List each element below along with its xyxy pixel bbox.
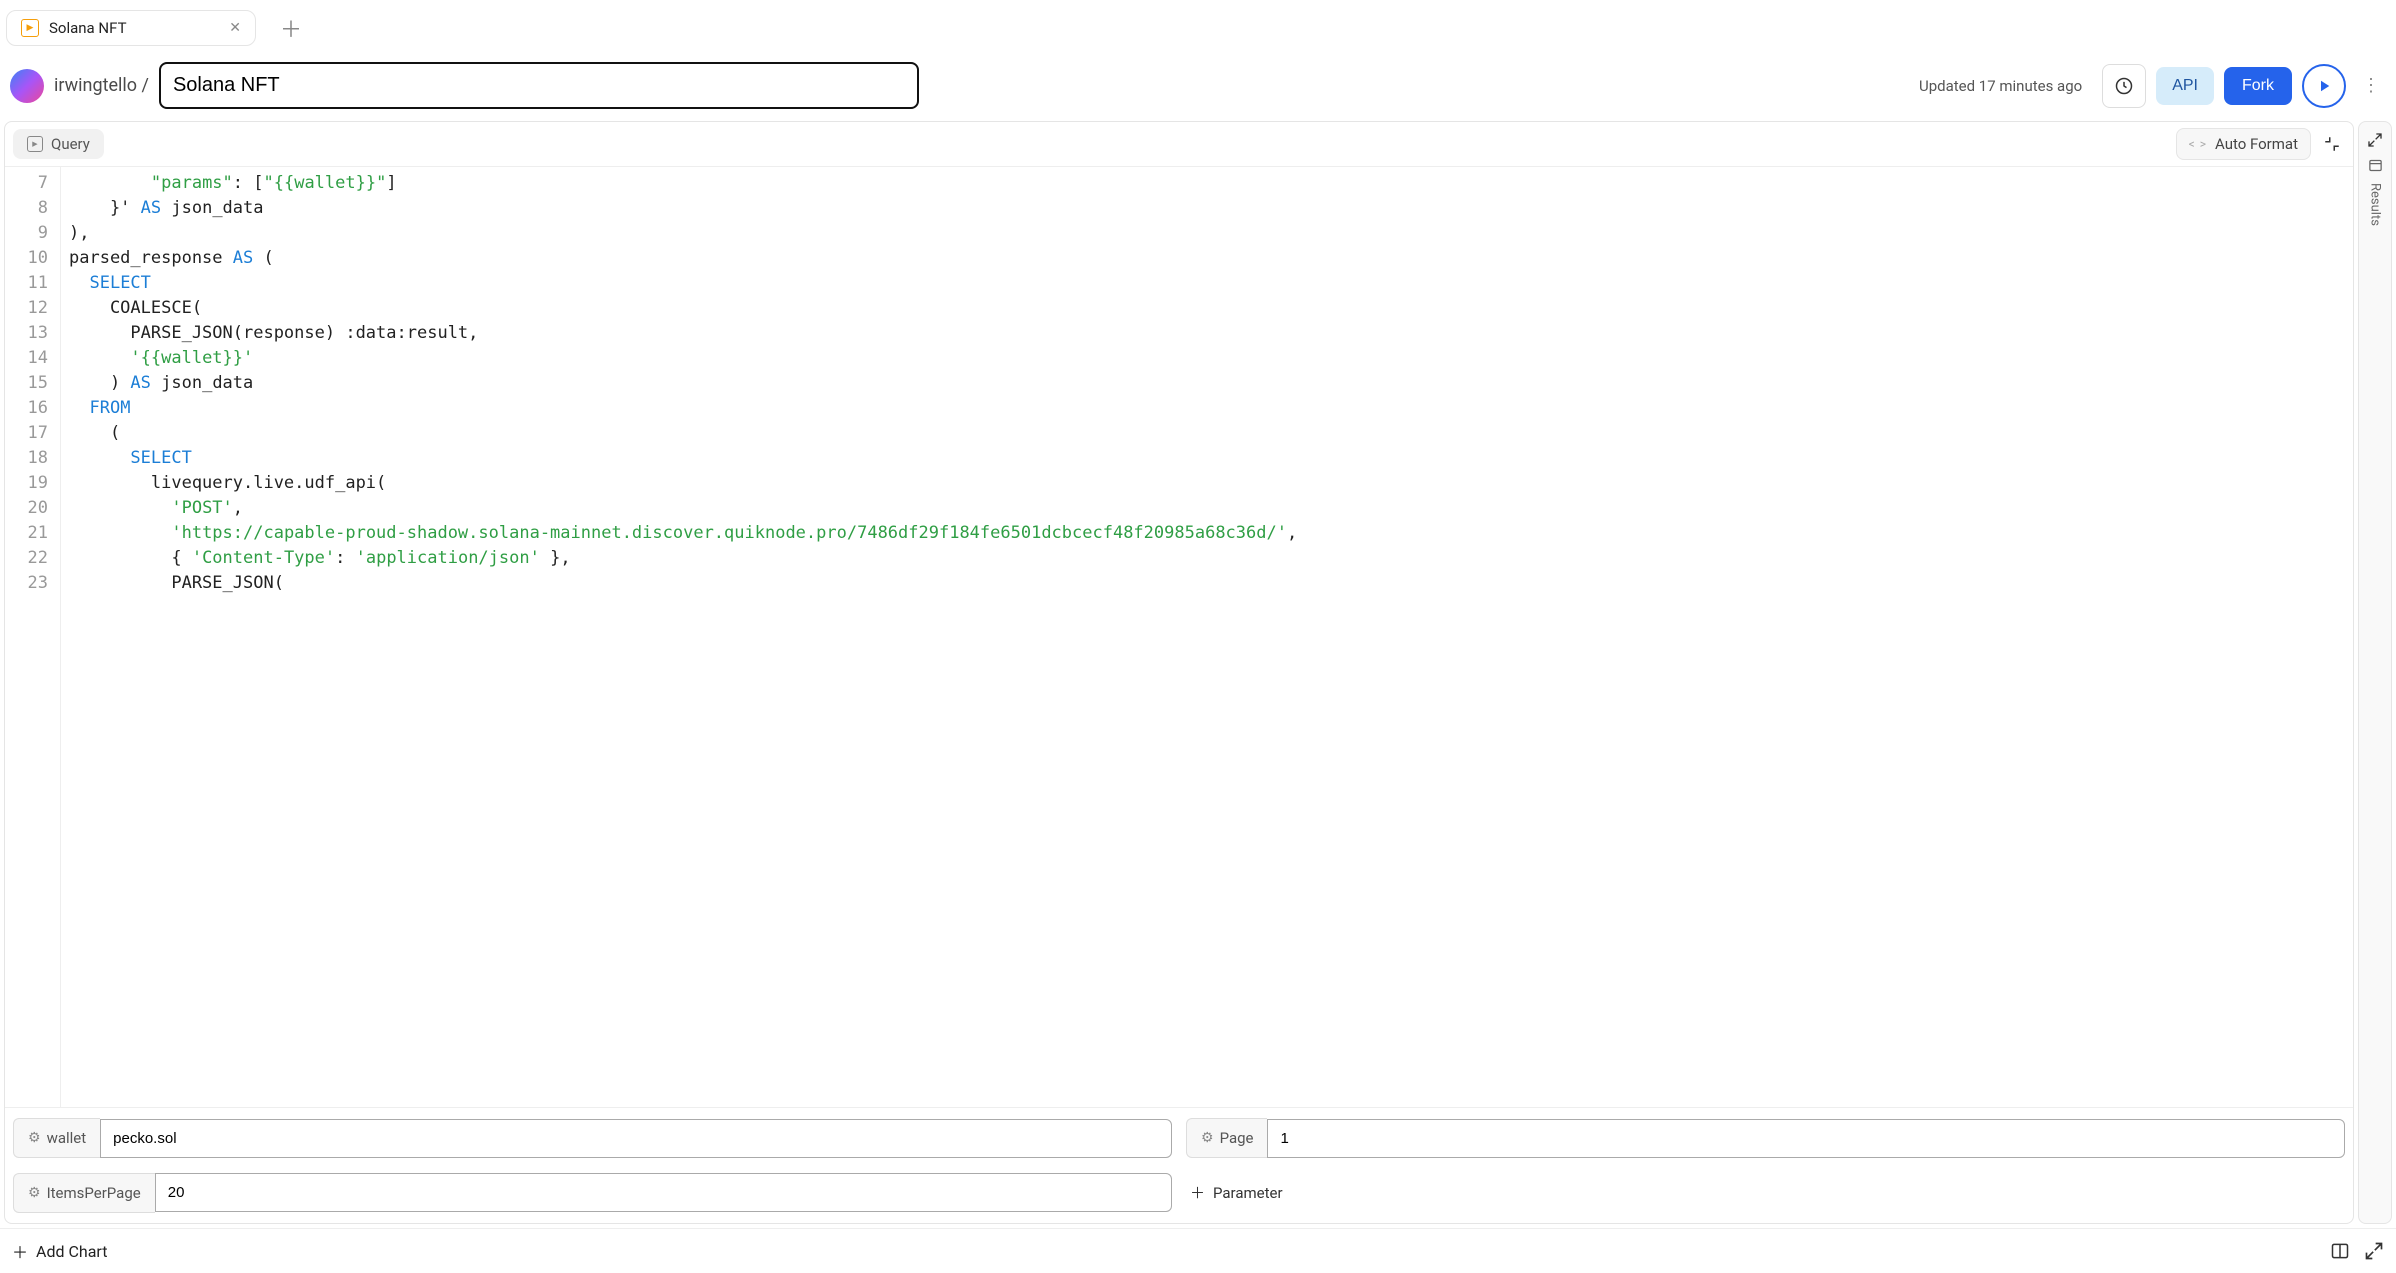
- add-tab-button[interactable]: ＋: [268, 8, 314, 48]
- gear-icon: ⚙: [28, 1185, 41, 1201]
- gear-icon: ⚙: [28, 1130, 41, 1146]
- play-icon: [2315, 77, 2333, 95]
- add-parameter-button[interactable]: ＋ Parameter: [1186, 1172, 2345, 1213]
- collapse-icon[interactable]: [2319, 131, 2345, 157]
- history-button[interactable]: [2102, 64, 2146, 108]
- plus-icon: ＋: [12, 1239, 28, 1263]
- param-label-page[interactable]: ⚙ Page: [1186, 1118, 1267, 1158]
- updated-label: Updated 17 minutes ago: [1919, 77, 2082, 95]
- run-button[interactable]: [2302, 64, 2346, 108]
- query-tab-icon: ▶: [21, 19, 39, 37]
- tab-solana-nft[interactable]: ▶ Solana NFT ✕: [6, 10, 256, 46]
- code-icon: < >: [2189, 137, 2207, 151]
- fork-button[interactable]: Fork: [2224, 67, 2292, 105]
- code-content: "params": ["{{wallet}}"] }' AS json_data…: [61, 167, 1305, 1107]
- expand-panel-icon[interactable]: [2363, 128, 2387, 152]
- line-gutter: 7891011121314151617181920212223: [5, 167, 61, 1107]
- param-input-wallet[interactable]: [100, 1119, 1172, 1158]
- param-input-itemsperpage[interactable]: [155, 1173, 1172, 1212]
- add-chart-button[interactable]: ＋ Add Chart: [12, 1239, 107, 1263]
- fullscreen-icon[interactable]: [2364, 1241, 2384, 1261]
- code-editor[interactable]: 7891011121314151617181920212223 "params"…: [5, 166, 2353, 1107]
- close-icon[interactable]: ✕: [229, 20, 241, 36]
- param-input-page[interactable]: [1267, 1119, 2345, 1158]
- auto-format-label: Auto Format: [2215, 135, 2298, 153]
- layout-toggle-icon[interactable]: [2330, 1241, 2350, 1261]
- query-title-input[interactable]: [159, 62, 919, 109]
- breadcrumb-user[interactable]: irwingtello /: [54, 75, 149, 96]
- panel-icon[interactable]: [2368, 158, 2383, 173]
- results-tab[interactable]: Results: [2368, 183, 2383, 226]
- auto-format-button[interactable]: < > Auto Format: [2176, 128, 2311, 160]
- clock-icon: [2114, 76, 2134, 96]
- tab-title: Solana NFT: [49, 19, 219, 37]
- plus-icon: ＋: [1190, 1182, 1205, 1203]
- param-label-wallet[interactable]: ⚙ wallet: [13, 1118, 100, 1158]
- avatar[interactable]: [10, 69, 44, 103]
- gear-icon: ⚙: [1201, 1130, 1214, 1146]
- more-menu[interactable]: ⋮: [2356, 75, 2386, 96]
- api-button[interactable]: API: [2156, 67, 2214, 105]
- query-pill[interactable]: ▶ Query: [13, 129, 104, 159]
- query-icon: ▶: [27, 136, 43, 152]
- param-label-itemsperpage[interactable]: ⚙ ItemsPerPage: [13, 1173, 155, 1213]
- query-label: Query: [51, 135, 90, 153]
